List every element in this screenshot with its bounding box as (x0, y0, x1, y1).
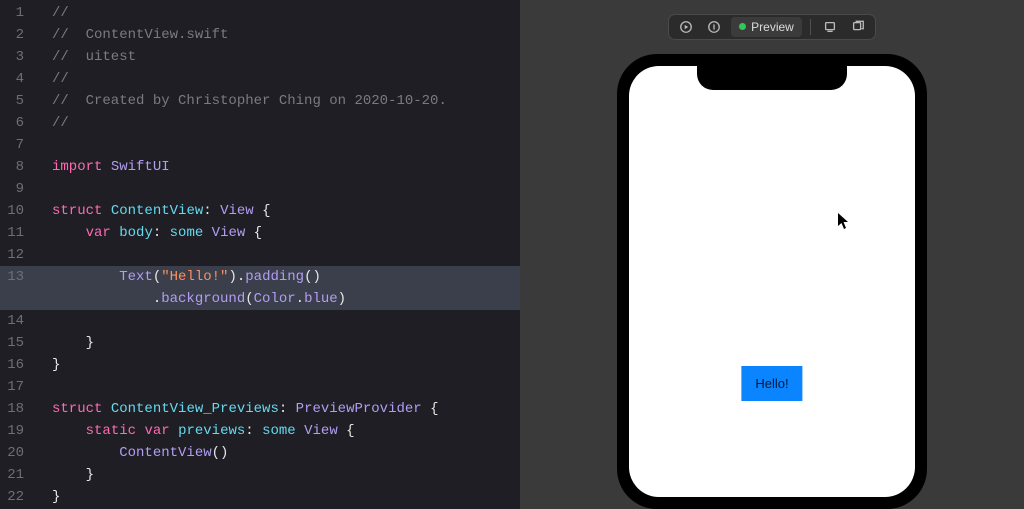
code-line[interactable]: 17 (0, 376, 520, 398)
code-content[interactable]: var body: some View { (34, 222, 262, 244)
line-number: 7 (0, 134, 34, 156)
hello-text-label: Hello! (755, 376, 788, 391)
code-line[interactable]: 2// ContentView.swift (0, 24, 520, 46)
toolbar-separator (810, 19, 811, 35)
line-number: 1 (0, 2, 34, 24)
code-content[interactable]: // (34, 112, 69, 134)
code-line[interactable]: 1// (0, 2, 520, 24)
simulator-screen[interactable]: Hello! (629, 66, 915, 497)
code-line[interactable]: 9 (0, 178, 520, 200)
line-number: 3 (0, 46, 34, 68)
code-content[interactable]: ContentView() (34, 442, 228, 464)
line-number: 20 (0, 442, 34, 464)
line-number: 6 (0, 112, 34, 134)
code-content[interactable]: static var previews: some View { (34, 420, 355, 442)
line-number: 2 (0, 24, 34, 46)
code-content[interactable]: struct ContentView: View { (34, 200, 270, 222)
device-notch (697, 66, 847, 90)
code-line[interactable]: 6// (0, 112, 520, 134)
line-number: 13 (0, 266, 34, 288)
code-line[interactable]: 15 } (0, 332, 520, 354)
code-line[interactable]: 22} (0, 486, 520, 508)
line-number: 12 (0, 244, 34, 266)
device-settings-button[interactable] (819, 17, 841, 37)
code-line[interactable]: 8import SwiftUI (0, 156, 520, 178)
code-line[interactable]: 13 Text("Hello!").padding() (0, 266, 520, 288)
line-number: 19 (0, 420, 34, 442)
code-content[interactable]: import SwiftUI (34, 156, 170, 178)
line-number: 10 (0, 200, 34, 222)
preview-label: Preview (751, 20, 794, 34)
preview-pane: Preview Hello! (520, 0, 1024, 509)
line-number: 11 (0, 222, 34, 244)
cursor-icon (837, 212, 851, 235)
code-line[interactable]: 7 (0, 134, 520, 156)
line-number: 15 (0, 332, 34, 354)
status-dot-icon (739, 23, 746, 30)
hello-text-view: Hello! (741, 366, 802, 401)
line-number: 14 (0, 310, 34, 332)
code-line[interactable]: 12 (0, 244, 520, 266)
code-line[interactable]: 14 (0, 310, 520, 332)
code-content[interactable]: struct ContentView_Previews: PreviewProv… (34, 398, 439, 420)
line-number: 4 (0, 68, 34, 90)
line-number: 8 (0, 156, 34, 178)
preview-status-pill[interactable]: Preview (731, 17, 802, 37)
code-line[interactable]: 19 static var previews: some View { (0, 420, 520, 442)
code-line[interactable]: 3// uitest (0, 46, 520, 68)
code-editor[interactable]: 1//2// ContentView.swift3// uitest4//5//… (0, 0, 520, 509)
code-content[interactable]: Text("Hello!").padding() (34, 266, 321, 288)
code-content[interactable]: // uitest (34, 46, 136, 68)
code-content[interactable]: // (34, 68, 69, 90)
line-number: 18 (0, 398, 34, 420)
line-number: 22 (0, 486, 34, 508)
code-content[interactable]: } (34, 486, 60, 508)
code-line[interactable]: .background(Color.blue) (0, 288, 520, 310)
preview-toolbar: Preview (668, 14, 876, 40)
code-line[interactable]: 18struct ContentView_Previews: PreviewPr… (0, 398, 520, 420)
device-bezel: Hello! (617, 54, 927, 509)
line-number: 9 (0, 178, 34, 200)
live-preview-button[interactable] (675, 17, 697, 37)
line-number: 17 (0, 376, 34, 398)
duplicate-preview-button[interactable] (847, 17, 869, 37)
pin-preview-button[interactable] (703, 17, 725, 37)
line-number: 16 (0, 354, 34, 376)
code-line[interactable]: 10struct ContentView: View { (0, 200, 520, 222)
code-line[interactable]: 4// (0, 68, 520, 90)
code-content[interactable]: } (34, 464, 94, 486)
code-content[interactable]: .background(Color.blue) (34, 288, 346, 310)
code-line[interactable]: 16} (0, 354, 520, 376)
code-line[interactable]: 5// Created by Christopher Ching on 2020… (0, 90, 520, 112)
code-content[interactable]: // (34, 2, 69, 24)
code-line[interactable]: 11 var body: some View { (0, 222, 520, 244)
code-content[interactable]: // ContentView.swift (34, 24, 228, 46)
code-line[interactable]: 20 ContentView() (0, 442, 520, 464)
line-number: 5 (0, 90, 34, 112)
code-content[interactable]: } (34, 354, 60, 376)
line-number: 21 (0, 464, 34, 486)
code-line[interactable]: 21 } (0, 464, 520, 486)
code-content[interactable]: } (34, 332, 94, 354)
code-content[interactable]: // Created by Christopher Ching on 2020-… (34, 90, 447, 112)
